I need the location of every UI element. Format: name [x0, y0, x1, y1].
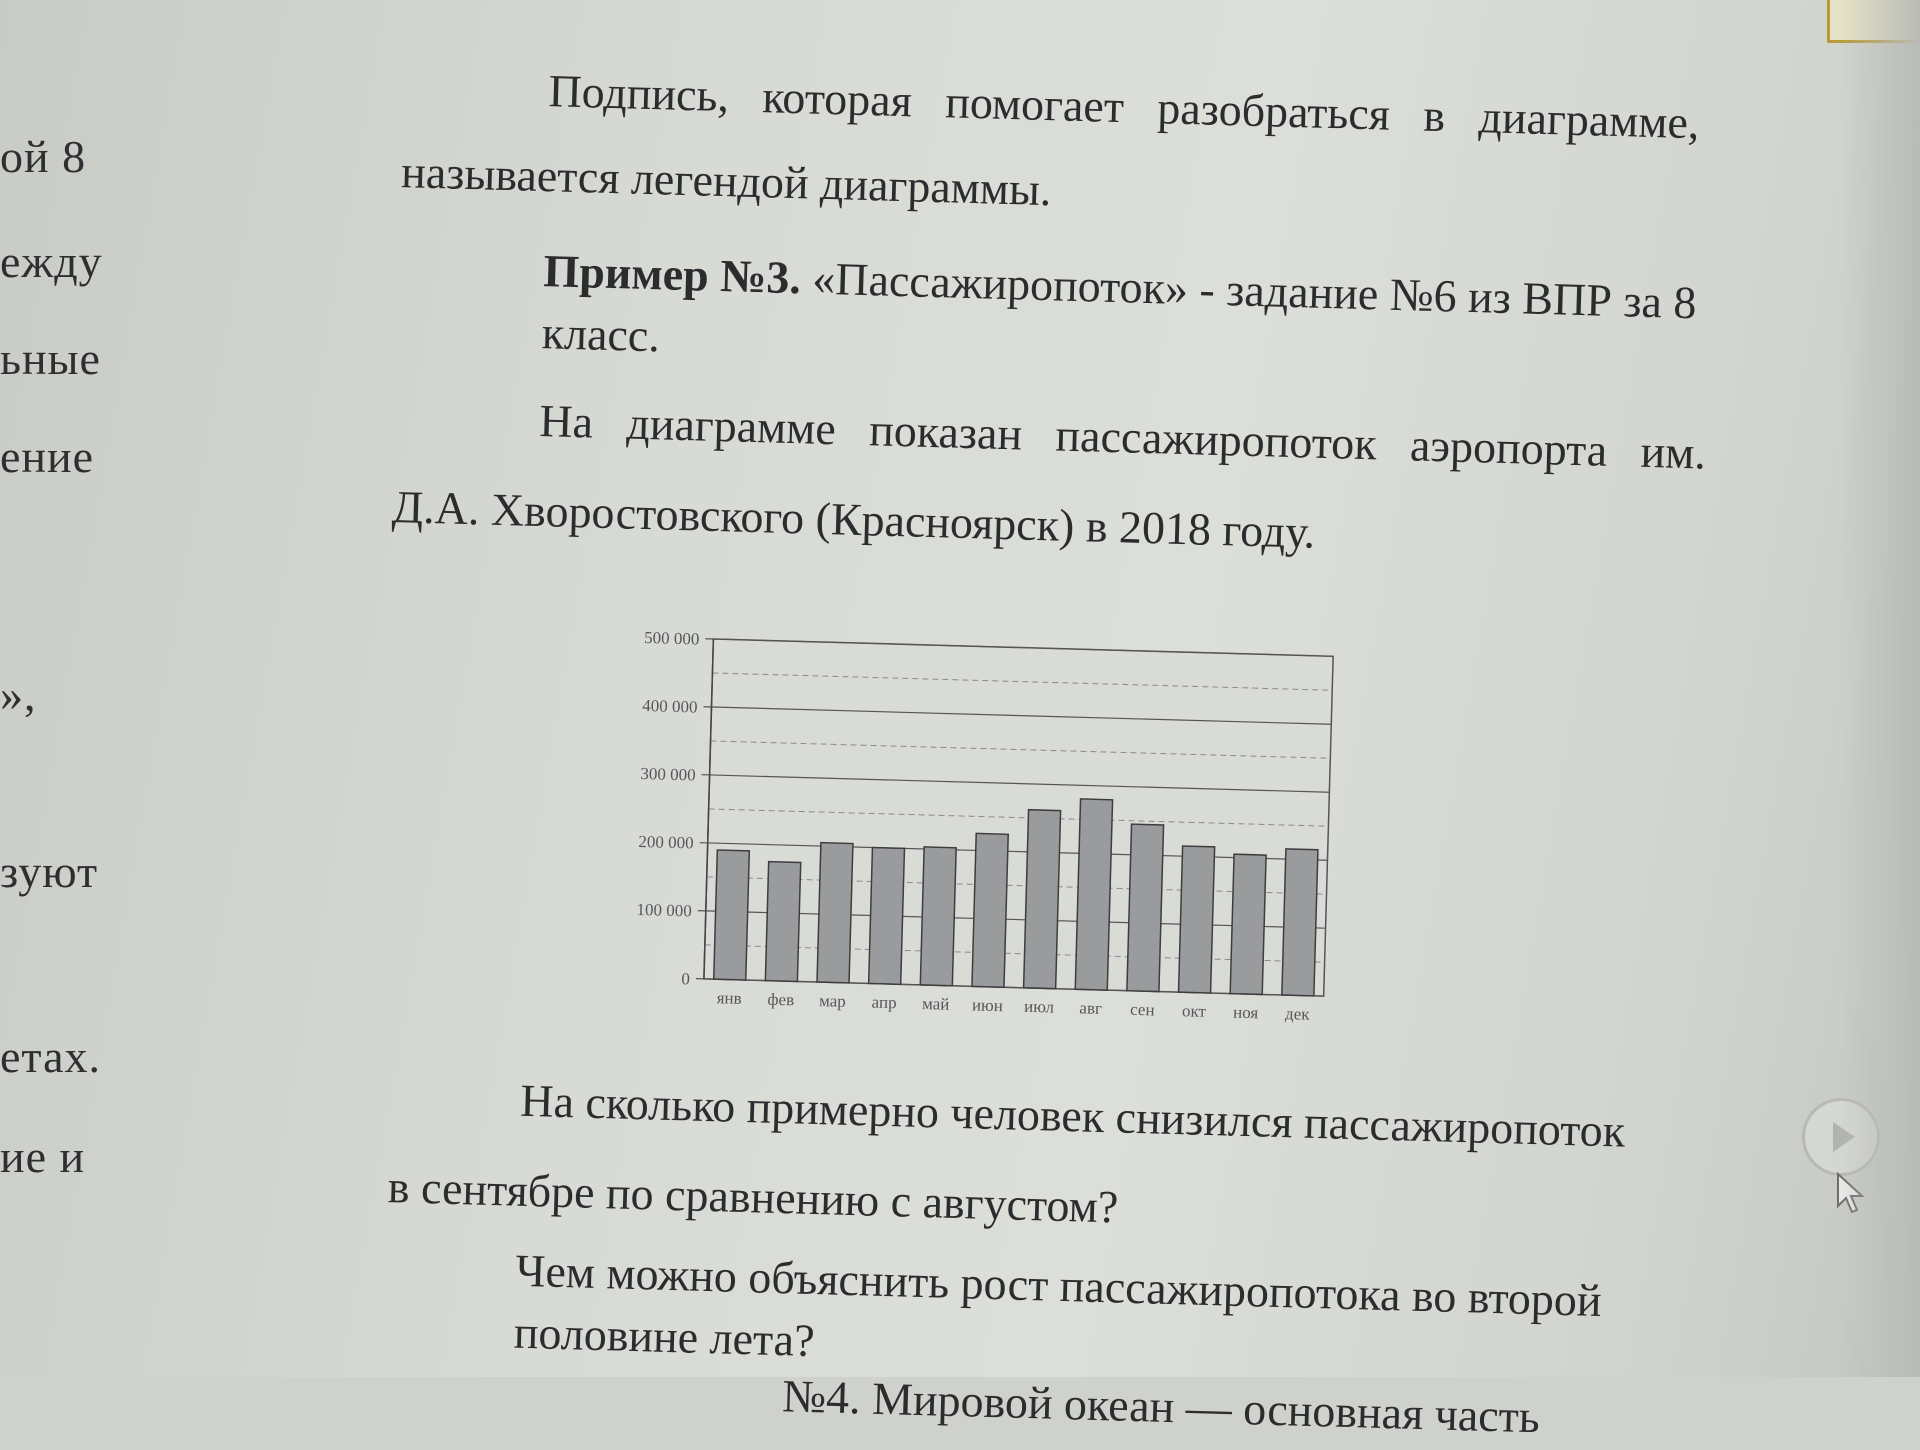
y-tick-label: 0	[681, 969, 690, 988]
example-title: «Пассажиропоток» - задание №6 из ВПР за …	[800, 252, 1698, 329]
x-tick-label: июл	[1024, 997, 1055, 1017]
bar	[1022, 808, 1062, 990]
left-fragment-line: ежду	[0, 236, 103, 287]
bar	[712, 849, 751, 981]
document-page: Подпись, которая помогает разобраться в …	[363, 40, 1800, 1442]
y-tick-label: 500 000	[644, 628, 700, 649]
x-tick-label: ноя	[1233, 1003, 1259, 1023]
x-tick-label: июн	[972, 995, 1003, 1015]
y-tick-label: 300 000	[640, 764, 696, 785]
y-tick-label: 400 000	[642, 696, 698, 717]
question-line: в сентябре по сравнению с августом?	[387, 1161, 1119, 1233]
x-tick-label: дек	[1285, 1004, 1311, 1024]
paragraph-line: На диаграмме показан пассажиропоток аэро…	[538, 395, 1707, 479]
paragraph-line: класс.	[541, 307, 661, 362]
bar	[1177, 845, 1216, 994]
y-tick-label: 200 000	[638, 832, 694, 853]
bar	[867, 846, 906, 986]
chart-svg: 0 100 000 200 000 300 000 400 000 500 000 янв ф…	[636, 628, 1334, 1024]
y-tick-label: 100 000	[636, 900, 692, 921]
x-tick-label: фев	[767, 990, 794, 1010]
left-fragment-line: »,	[0, 669, 37, 720]
paragraph-line: №4. Мировой океан — основная часть	[781, 1370, 1541, 1443]
x-tick-label: авг	[1079, 998, 1102, 1018]
x-tick-label: апр	[871, 993, 896, 1013]
left-fragment-line: ие и	[0, 1131, 86, 1182]
screen-edge-shade	[1840, 0, 1920, 1377]
x-tick-label: окт	[1182, 1001, 1207, 1021]
left-fragment-line: зуют	[0, 846, 99, 897]
bar	[1074, 798, 1114, 991]
question-line: На сколько примерно человек снизился пас…	[519, 1074, 1626, 1157]
left-fragment-line: ой 8	[0, 131, 87, 182]
left-fragment-line: етах.	[0, 1031, 101, 1082]
bar	[919, 846, 957, 987]
x-tick-label: май	[922, 994, 950, 1014]
example-heading: Пример №3. «Пассажиропоток» - задание №6…	[543, 244, 1697, 329]
x-tick-label: мар	[819, 991, 846, 1011]
example-label: Пример №3.	[542, 245, 802, 304]
passenger-flow-chart: 0 100 000 200 000 300 000 400 000 500 000 янв ф…	[593, 606, 1544, 1032]
bar	[1281, 848, 1319, 997]
bar	[1229, 853, 1267, 996]
left-fragment-line: ьные	[0, 333, 101, 384]
left-fragment-line: ение	[0, 431, 95, 482]
paragraph-line: называется легендой диаграммы.	[400, 146, 1053, 216]
bar	[816, 841, 854, 984]
left-page-fragment: ой 8 ежду ьные ение », зуют етах. ие и	[0, 0, 140, 1377]
paragraph-line: Подпись, которая помогает разобраться в …	[547, 65, 1701, 149]
paragraph-line: Д.А. Хворостовского (Красноярск) в 2018 …	[391, 480, 1316, 558]
bar	[971, 832, 1010, 989]
question-line: половине лета?	[513, 1306, 816, 1367]
x-tick-label: янв	[716, 988, 741, 1008]
bar	[1126, 823, 1165, 993]
bar	[764, 860, 802, 983]
x-tick-label: сен	[1130, 1000, 1155, 1020]
